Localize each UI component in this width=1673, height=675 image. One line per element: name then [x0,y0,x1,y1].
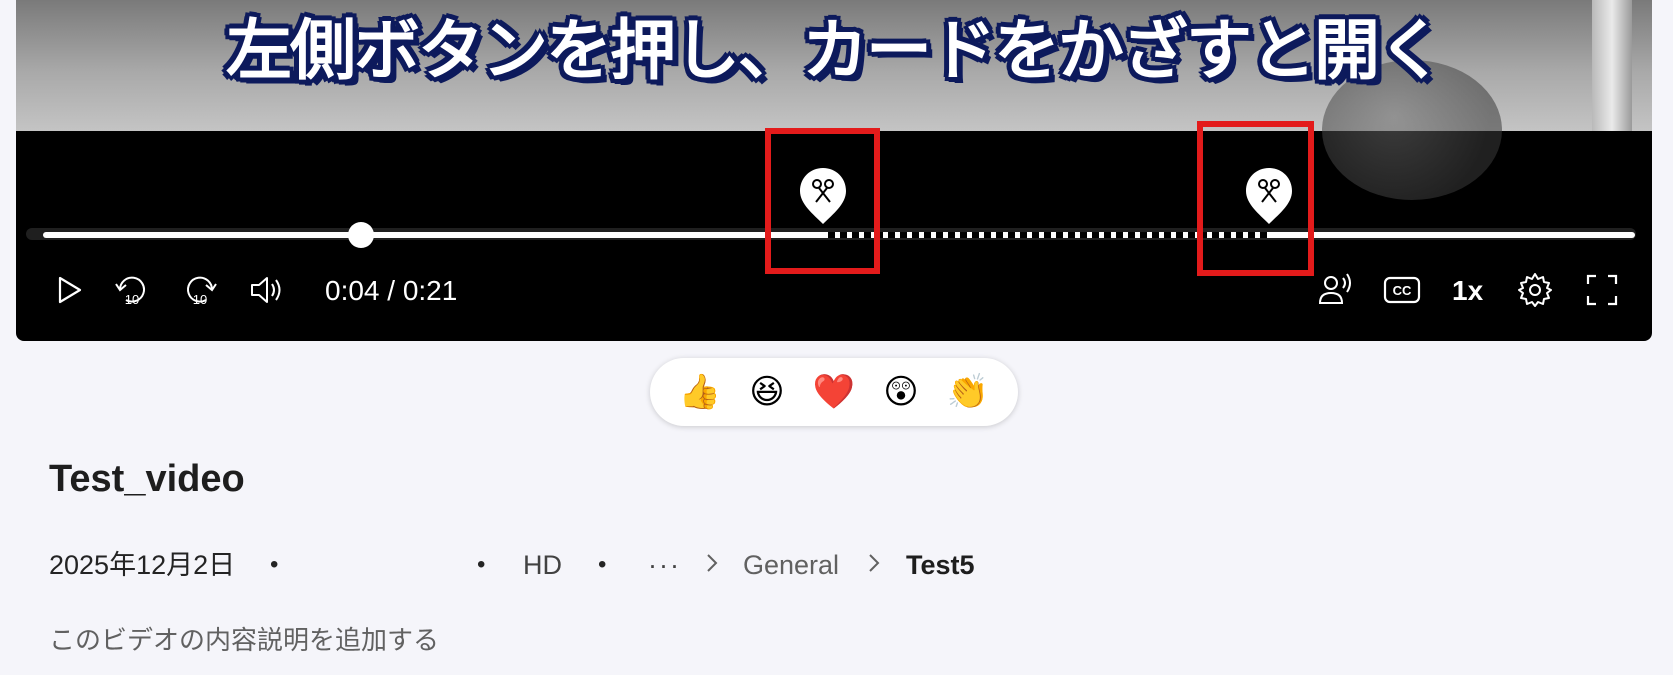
video-frame[interactable]: 左側ボタンを押し、カードをかざすと開く [16,0,1652,200]
highlight-box [1197,121,1314,276]
time-display: 0:04 / 0:21 [325,275,458,306]
reaction-bar: 👍 😆 ❤️ 😲 👏 [650,358,1018,426]
description-placeholder[interactable]: このビデオの内容説明を追加する [49,620,439,657]
chevron-right-icon [866,546,882,580]
meta-separator: • [270,551,279,578]
fullscreen-button[interactable] [1582,270,1622,310]
breadcrumb-item-general[interactable]: General [743,548,839,582]
reaction-like[interactable]: 👍 [676,368,724,416]
person-speaking-icon [1318,273,1351,304]
volume-button[interactable] [247,270,287,310]
fullscreen-icon [1586,274,1618,306]
meta-separator: • [477,551,486,578]
quality-label: HD [523,550,562,580]
cc-icon: CC [1383,276,1421,304]
reaction-laugh[interactable]: 😆 [743,368,791,416]
chevron-right-icon [704,546,720,580]
play-button[interactable] [48,270,88,310]
forward-10-button[interactable]: 10 [180,270,220,310]
audio-description-button[interactable] [1315,270,1355,310]
forward-icon: 10 [187,276,217,307]
upload-date: 2025年12月2日 [49,550,236,580]
captions-button[interactable]: CC [1382,270,1422,310]
reaction-surprised[interactable]: 😲 [877,368,925,416]
speaker-icon [251,277,281,303]
rewind-icon: 10 [115,276,145,307]
play-icon [58,276,82,304]
reaction-applause[interactable]: 👏 [944,368,992,416]
rewind-10-button[interactable]: 10 [112,270,152,310]
svg-text:10: 10 [193,292,207,307]
playback-speed-button[interactable]: 1x [1452,274,1483,308]
svg-text:CC: CC [1393,283,1412,298]
breadcrumb-item-current[interactable]: Test5 [906,548,975,582]
more-breadcrumb-button[interactable]: ··· [648,548,681,582]
meta-separator: • [598,551,607,578]
video-title: Test_video [49,458,245,500]
reaction-heart[interactable]: ❤️ [810,368,858,416]
video-caption: 左側ボタンを押し、カードをかざすと開く [226,12,1444,89]
settings-button[interactable] [1515,270,1555,310]
svg-text:10: 10 [125,292,139,307]
highlight-box [765,128,880,274]
gear-icon [1518,273,1552,307]
